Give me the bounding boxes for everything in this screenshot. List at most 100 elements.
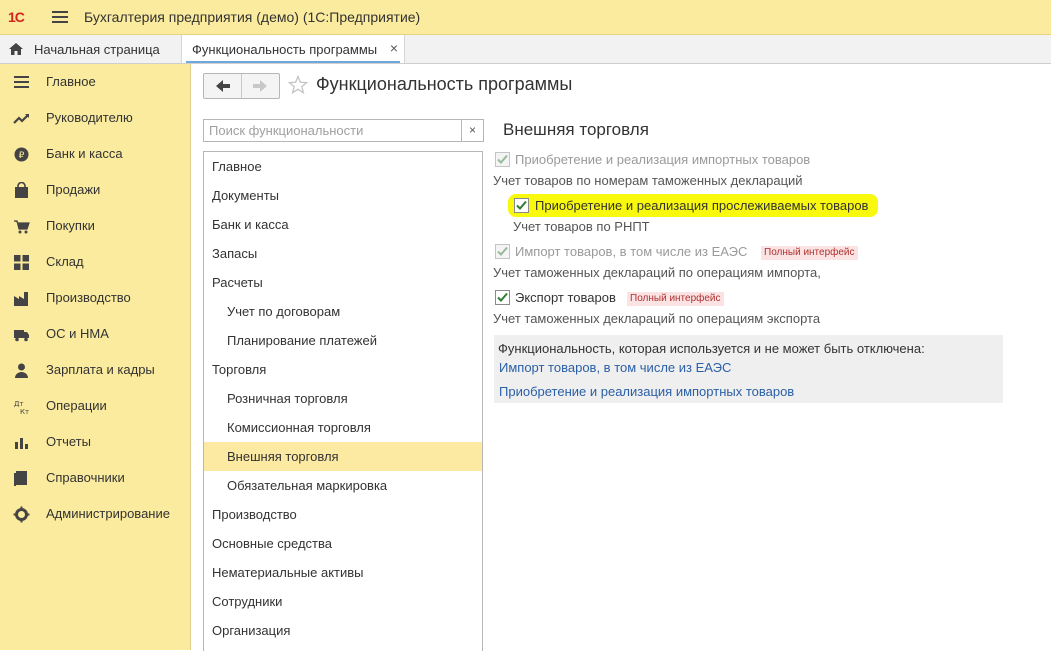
list-item[interactable]: Производство — [204, 500, 482, 529]
home-icon — [9, 43, 23, 55]
list-item[interactable]: Главное — [204, 152, 482, 181]
list-item[interactable]: Организация — [204, 616, 482, 645]
list-item[interactable]: Сотрудники — [204, 587, 482, 616]
list-item-label: Сотрудники — [212, 594, 283, 609]
sidebar-item-label: Операции — [46, 398, 107, 413]
list-icon — [14, 76, 29, 88]
list-item-label: Главное — [212, 159, 262, 174]
sidebar-item-label: Зарплата и кадры — [46, 362, 155, 377]
sidebar-item-label: Банк и касса — [46, 146, 123, 161]
svg-text:₽: ₽ — [19, 151, 25, 161]
arrow-right-icon — [253, 80, 267, 92]
tab-functionality-label: Функциональность программы — [192, 41, 378, 57]
list-item-label: Основные средства — [212, 536, 332, 551]
list-item-label: Торговля — [212, 362, 267, 377]
list-item[interactable]: Комиссионная торговля — [204, 413, 482, 442]
list-item[interactable]: Нематериальные активы — [204, 558, 482, 587]
list-item[interactable]: Торговля — [204, 355, 482, 384]
tab-functionality[interactable]: Функциональность программы × — [182, 35, 405, 63]
tab-home[interactable]: Начальная страница — [0, 35, 182, 63]
checkmark-icon — [516, 200, 527, 210]
sidebar-item-warehouse[interactable]: Склад — [0, 244, 190, 280]
sidebar-item-bank[interactable]: ₽ Банк и касса — [0, 136, 190, 172]
back-button[interactable] — [204, 74, 242, 98]
sidebar: Главное Руководителю ₽ Банк и касса Прод… — [0, 64, 191, 650]
list-item[interactable]: Планирование платежей — [204, 326, 482, 355]
sidebar-item-references[interactable]: Справочники — [0, 460, 190, 496]
list-item-label: Учет по договорам — [227, 304, 341, 319]
close-tab-icon[interactable]: × — [390, 40, 398, 56]
tab-home-label: Начальная страница — [34, 41, 160, 57]
list-item[interactable]: Банк и касса — [204, 210, 482, 239]
export-goods-label: Экспорт товаров — [515, 290, 616, 305]
list-item[interactable]: Расчеты — [204, 268, 482, 297]
sidebar-item-label: ОС и НМА — [46, 326, 109, 341]
sidebar-item-main[interactable]: Главное — [0, 64, 190, 100]
list-item-label: Производство — [212, 507, 297, 522]
tab-bar: Начальная страница Функциональность прог… — [0, 35, 1051, 64]
import-eaeu-description: Учет таможенных деклараций по операциям … — [493, 265, 821, 280]
sidebar-item-production[interactable]: Производство — [0, 280, 190, 316]
shopping-bag-icon — [15, 182, 28, 198]
locked-features-text: Функциональность, которая используется и… — [498, 341, 925, 356]
app-title: Бухгалтерия предприятия (демо) (1С:Предп… — [84, 9, 421, 25]
sidebar-item-salary[interactable]: Зарплата и кадры — [0, 352, 190, 388]
sidebar-item-label: Покупки — [46, 218, 95, 233]
sidebar-item-operations[interactable]: Дт Кт Операции — [0, 388, 190, 424]
sidebar-item-label: Главное — [46, 74, 96, 89]
active-tab-underline — [186, 61, 400, 63]
sidebar-item-manager[interactable]: Руководителю — [0, 100, 190, 136]
history-nav — [203, 73, 280, 99]
list-item[interactable]: Обязательная маркировка — [204, 471, 482, 500]
list-item-label: Запасы — [212, 246, 258, 261]
import-goods-checkbox[interactable] — [495, 152, 510, 167]
sidebar-item-reports[interactable]: Отчеты — [0, 424, 190, 460]
locked-features-box: Функциональность, которая используется и… — [494, 335, 1003, 403]
list-item-label: Документы — [212, 188, 280, 203]
export-goods-description: Учет таможенных деклараций по операциям … — [493, 311, 821, 326]
list-item[interactable]: Основные средства — [204, 529, 482, 558]
grid-boxes-icon — [14, 255, 29, 270]
trend-icon — [13, 114, 29, 124]
forward-button[interactable] — [242, 74, 279, 98]
search-placeholder: Поиск функциональности — [209, 123, 364, 138]
checkmark-icon — [497, 292, 508, 302]
bar-chart-icon — [15, 438, 28, 449]
import-goods-label: Приобретение и реализация импортных това… — [515, 152, 811, 167]
sidebar-item-purchases[interactable]: Покупки — [0, 208, 190, 244]
page-title: Функциональность программы — [316, 74, 573, 94]
list-item-selected[interactable]: Внешняя торговля — [204, 442, 482, 471]
checkmark-icon — [497, 154, 508, 164]
sidebar-item-fixed-assets[interactable]: ОС и НМА — [0, 316, 190, 352]
traceable-goods-checkbox[interactable] — [514, 198, 529, 213]
full-interface-badge: Полный интерфейс — [761, 246, 858, 260]
link-import-goods[interactable]: Приобретение и реализация импортных това… — [499, 384, 794, 399]
sidebar-item-label: Продажи — [46, 182, 101, 197]
sidebar-item-sales[interactable]: Продажи — [0, 172, 190, 208]
factory-icon — [14, 292, 28, 306]
book-icon — [14, 471, 27, 486]
cart-icon — [14, 220, 30, 234]
title-bar: 1С Бухгалтерия предприятия (демо) (1С:Пр… — [0, 0, 1051, 35]
import-eaeu-checkbox[interactable] — [495, 244, 510, 259]
favorite-star-icon[interactable] — [288, 75, 308, 95]
svg-text:Кт: Кт — [20, 408, 29, 415]
list-item[interactable]: Розничная торговля — [204, 384, 482, 413]
search-input[interactable]: Поиск функциональности — [203, 119, 463, 142]
ruble-coin-icon: ₽ — [14, 147, 29, 162]
import-goods-description: Учет товаров по номерам таможенных декла… — [493, 173, 803, 188]
clear-search-button[interactable]: × — [461, 119, 484, 142]
link-import-eaeu[interactable]: Импорт товаров, в том числе из ЕАЭС — [499, 360, 731, 375]
list-item[interactable]: Учет по договорам — [204, 297, 482, 326]
section-title: Внешняя торговля — [503, 120, 649, 139]
list-item-label: Банк и касса — [212, 217, 289, 232]
sidebar-item-label: Справочники — [46, 470, 125, 485]
sidebar-item-administration[interactable]: Администрирование — [0, 496, 190, 532]
app-logo: 1С — [8, 9, 25, 25]
export-goods-checkbox[interactable] — [495, 290, 510, 305]
list-item[interactable]: Документы — [204, 181, 482, 210]
person-icon — [15, 363, 28, 378]
list-item[interactable]: Запасы — [204, 239, 482, 268]
main-menu-icon[interactable] — [52, 11, 68, 23]
svg-text:Дт: Дт — [14, 400, 24, 408]
